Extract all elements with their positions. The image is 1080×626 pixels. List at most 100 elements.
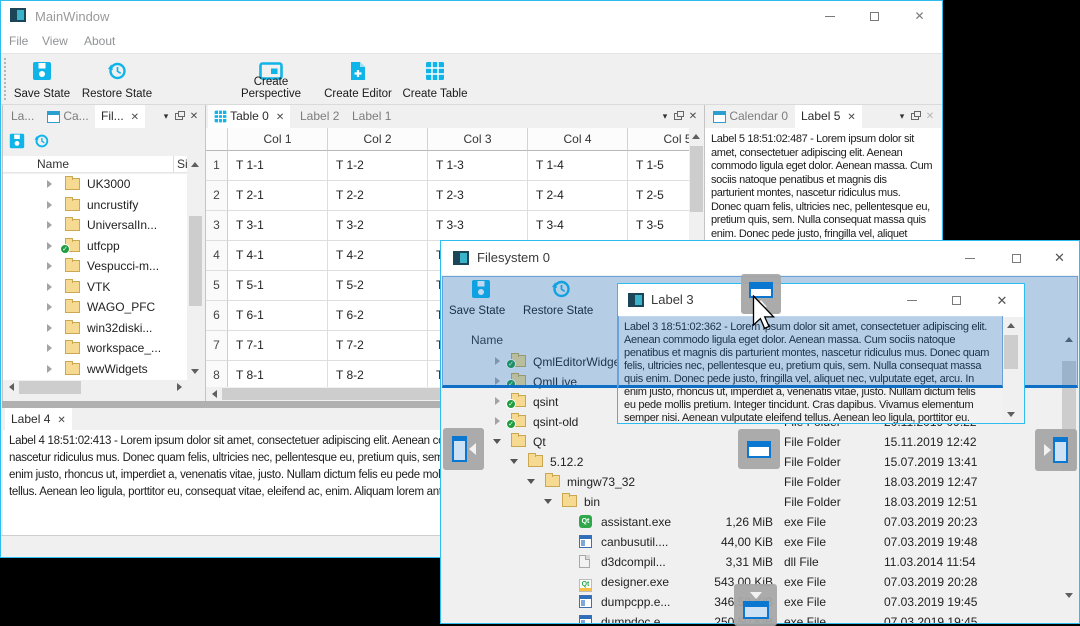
tabs-menu-icon[interactable]: ▾ [159, 105, 173, 128]
tabs-menu-icon[interactable]: ▾ [895, 105, 909, 128]
create-table-button[interactable]: Create Table [399, 56, 471, 103]
column-header[interactable]: Col 1 [228, 128, 328, 151]
drop-indicator-left[interactable] [443, 428, 484, 470]
chevron-right-icon[interactable] [47, 364, 52, 373]
chevron-right-icon[interactable] [47, 323, 52, 332]
table-cell[interactable]: T 6-2 [328, 301, 428, 331]
drop-indicator-bottom[interactable] [734, 584, 777, 626]
menu-view[interactable]: View [42, 34, 68, 48]
table-cell[interactable]: T 3-4 [528, 211, 628, 241]
close-button[interactable]: ✕ [897, 1, 942, 31]
chevron-down-icon[interactable] [544, 499, 552, 504]
table-cell[interactable]: T 5-1 [228, 271, 328, 301]
toolbar-drag-handle[interactable] [4, 58, 6, 100]
table-cell[interactable]: T 2-2 [328, 181, 428, 211]
maximize-button[interactable] [852, 1, 897, 31]
table-cell[interactable]: T 6-1 [228, 301, 328, 331]
scroll-down-icon[interactable] [191, 369, 199, 374]
table-cell[interactable]: T 7-1 [228, 331, 328, 361]
column-header[interactable]: Col 4 [528, 128, 628, 151]
label3-titlebar[interactable]: Label 3 ✕ [618, 284, 1024, 317]
create-editor-button[interactable]: Create Editor [321, 56, 395, 103]
chevron-down-icon[interactable] [510, 459, 518, 464]
row-header[interactable]: 5 [206, 271, 228, 301]
chevron-right-icon[interactable] [47, 180, 52, 188]
file-row[interactable]: Qt assistant.exe 1,26 MiB exe File 07.03.201… [441, 512, 1059, 532]
chevron-right-icon[interactable] [47, 262, 52, 270]
tree-row[interactable]: uncrustify [3, 195, 187, 215]
chevron-right-icon[interactable] [47, 344, 52, 352]
table-cell[interactable]: T 1-5 [628, 151, 689, 181]
column-name[interactable]: Name [37, 157, 69, 171]
table-cell[interactable]: T 1-1 [228, 151, 328, 181]
tab-label2[interactable]: Label 2 [294, 105, 345, 128]
tree-row[interactable]: UniversalIn... [3, 215, 187, 235]
table-cell[interactable]: T 3-5 [628, 211, 689, 241]
minimize-button[interactable] [807, 1, 852, 31]
row-header[interactable]: 4 [206, 241, 228, 271]
table-cell[interactable]: T 3-1 [228, 211, 328, 241]
tree-row[interactable]: WAGO_PFC [3, 297, 187, 317]
tree-row[interactable]: win32diski... [3, 318, 187, 338]
scroll-left-icon[interactable] [9, 383, 14, 391]
tab-calendar[interactable]: Ca... [41, 105, 95, 128]
table-cell[interactable]: T 2-3 [428, 181, 528, 211]
filesystem-titlebar[interactable]: Filesystem 0 ✕ [441, 241, 1079, 275]
file-row[interactable]: mingw73_32 File Folder 18.03.2019 12:47 [441, 472, 1059, 492]
close-icon[interactable]: ✕ [57, 415, 65, 426]
minimize-button[interactable] [946, 241, 993, 275]
chevron-right-icon[interactable] [47, 282, 52, 291]
table-cell[interactable]: T 1-2 [328, 151, 428, 181]
scrollbar-thumb[interactable] [19, 381, 81, 394]
row-header[interactable]: 6 [206, 301, 228, 331]
row-header[interactable]: 3 [206, 211, 228, 241]
chevron-right-icon[interactable] [495, 417, 500, 425]
row-header[interactable]: 1 [206, 151, 228, 181]
table-cell[interactable]: T 3-2 [328, 211, 428, 241]
table-cell[interactable]: T 2-4 [528, 181, 628, 211]
tabs-menu-icon[interactable]: ▾ [658, 105, 672, 128]
table-cell[interactable]: T 4-2 [328, 241, 428, 271]
tree-row[interactable]: UK3000 [3, 174, 187, 194]
table-cell[interactable]: T 4-1 [228, 241, 328, 271]
row-header[interactable]: 7 [206, 331, 228, 361]
row-header[interactable]: 2 [206, 181, 228, 211]
menu-about[interactable]: About [84, 34, 115, 48]
scroll-down-icon[interactable] [1007, 412, 1015, 417]
chevron-right-icon[interactable] [47, 221, 52, 229]
tree-row[interactable]: wwWidgets [3, 359, 187, 379]
restore-state-button[interactable]: Restore State [79, 56, 155, 103]
save-state-button[interactable]: Save State [9, 56, 75, 103]
menu-file[interactable]: File [9, 34, 28, 48]
chevron-down-icon[interactable] [527, 479, 535, 484]
tab-label1[interactable]: Label 1 [346, 105, 397, 128]
drop-indicator-center[interactable] [738, 429, 780, 469]
scrollbar-thumb[interactable] [690, 146, 703, 212]
scrollbar-thumb[interactable] [189, 216, 202, 306]
close-icon[interactable]: ✕ [276, 112, 284, 123]
close-icon[interactable]: ✕ [187, 105, 201, 128]
tab-calendar0[interactable]: Calendar 0 [707, 105, 794, 128]
file-row[interactable]: canbusutil.... 44,00 KiB exe File 07.03.201… [441, 532, 1059, 552]
horizontal-scrollbar[interactable] [3, 380, 188, 395]
create-perspective-button[interactable]: Create Perspective [223, 56, 319, 103]
close-button[interactable]: ✕ [980, 284, 1024, 317]
tree-row[interactable]: workspace_... [3, 338, 187, 358]
restore-icon[interactable] [33, 133, 50, 149]
tree-row[interactable]: ✓ utfcpp [3, 236, 187, 256]
maximize-button[interactable] [934, 284, 978, 317]
column-header[interactable]: Col 3 [428, 128, 528, 151]
drop-indicator-right[interactable] [1035, 429, 1077, 471]
chevron-right-icon[interactable] [47, 303, 52, 311]
vertical-scrollbar[interactable] [188, 156, 203, 380]
scroll-up-icon[interactable] [191, 162, 199, 167]
tab-label5[interactable]: Label 5 ✕ [795, 105, 862, 128]
chevron-right-icon[interactable] [47, 241, 52, 250]
tree-row[interactable]: VTK [3, 277, 187, 297]
chevron-down-icon[interactable] [493, 439, 501, 444]
float-icon[interactable] [672, 105, 686, 128]
table-cell[interactable]: T 1-3 [428, 151, 528, 181]
table-cell[interactable]: T 1-4 [528, 151, 628, 181]
tab-label0[interactable]: La... [5, 105, 40, 128]
table-cell[interactable]: T 7-2 [328, 331, 428, 361]
